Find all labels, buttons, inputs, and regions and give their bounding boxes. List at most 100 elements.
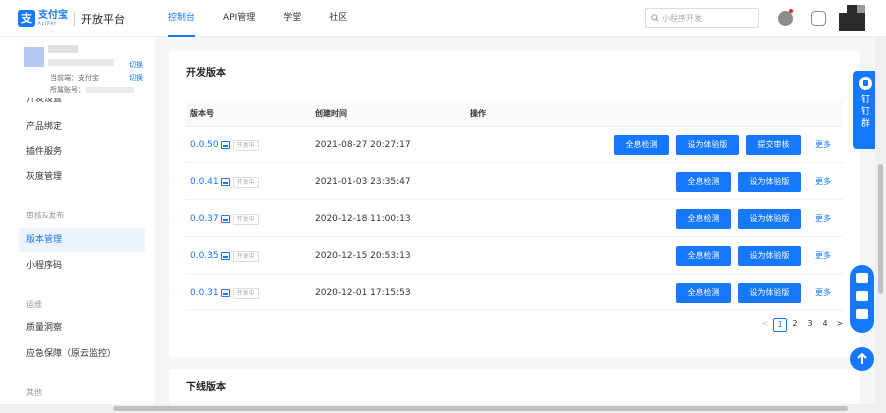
page-4[interactable]: 4 xyxy=(818,318,832,332)
table-row: 0.0.50 开发中 2021-08-27 20:27:17 全息检测 设为体验… xyxy=(185,127,843,163)
full-scan-button[interactable]: 全息检测 xyxy=(676,283,731,303)
search-icon xyxy=(651,14,659,22)
chat-icon[interactable] xyxy=(856,291,868,301)
sidebar-item-gray-release[interactable]: 灰度管理 xyxy=(19,165,145,189)
more-link[interactable]: 更多 xyxy=(815,127,831,163)
horizontal-scrollbar[interactable] xyxy=(0,404,875,413)
full-scan-button[interactable]: 全息检测 xyxy=(614,135,669,155)
nav-community[interactable]: 社区 xyxy=(329,0,347,37)
created-time: 2021-01-03 23:35:47 xyxy=(315,177,411,187)
switch-terminal-link[interactable]: 切换 xyxy=(129,73,143,83)
table-header: 版本号 创建时间 操作 xyxy=(185,101,843,127)
version-link[interactable]: 0.0.37 xyxy=(190,201,219,237)
help-toolbar xyxy=(850,265,874,333)
sidebar-item-qrcode[interactable]: 小程序码 xyxy=(19,254,145,278)
account-redacted xyxy=(86,87,134,93)
col-actions: 操作 xyxy=(470,109,486,118)
sidebar-item-dev-settings[interactable]: 开发设置 xyxy=(26,98,62,103)
horizontal-scroll-thumb[interactable] xyxy=(113,406,848,411)
more-link[interactable]: 更多 xyxy=(815,275,831,311)
dev-versions-title: 开发版本 xyxy=(186,68,226,79)
table-row: 0.0.35 开发中 2020-12-15 20:53:13 全息检测 设为体验… xyxy=(185,238,843,274)
image-icon[interactable] xyxy=(220,289,230,297)
nav-academy[interactable]: 学堂 xyxy=(283,0,301,37)
dev-versions-card: 开发版本 版本号 创建时间 操作 0.0.50 开发中 2021-08-27 2… xyxy=(169,51,860,357)
page-1[interactable]: 1 xyxy=(773,318,787,332)
vertical-scrollbar[interactable] xyxy=(875,37,886,413)
alipay-logo-icon: 支 xyxy=(18,10,35,27)
version-link[interactable]: 0.0.50 xyxy=(190,127,219,163)
set-trial-button[interactable]: 设为体验版 xyxy=(738,172,801,192)
image-icon[interactable] xyxy=(220,178,230,186)
table-row: 0.0.41 开发中 2021-01-03 23:35:47 全息检测 设为体验… xyxy=(185,164,843,200)
more-link[interactable]: 更多 xyxy=(815,238,831,274)
col-version: 版本号 xyxy=(190,109,214,118)
logo-divider xyxy=(74,11,75,26)
search-input[interactable] xyxy=(662,13,752,23)
pagination: < 1 2 3 4 > xyxy=(758,318,848,332)
search-box[interactable] xyxy=(645,8,759,28)
more-link[interactable]: 更多 xyxy=(815,164,831,200)
main-nav: 控制台 API管理 学堂 社区 xyxy=(168,0,375,37)
help-icon[interactable] xyxy=(856,273,868,283)
status-badge: 开发中 xyxy=(232,287,259,299)
current-terminal: 当前端：支付宝 xyxy=(50,74,99,82)
created-time: 2020-12-15 20:53:13 xyxy=(315,251,411,261)
full-scan-button[interactable]: 全息检测 xyxy=(676,246,731,266)
switch-app-link[interactable]: 切换 xyxy=(129,60,143,70)
notification-badge xyxy=(789,9,793,13)
brand-name-cn: 支付宝 xyxy=(38,10,68,21)
submit-review-button[interactable]: 提交审核 xyxy=(746,135,801,155)
set-trial-button[interactable]: 设为体验版 xyxy=(676,135,739,155)
prev-page-button[interactable]: < xyxy=(758,318,772,332)
sidebar-item-version-management[interactable]: 版本管理 xyxy=(19,228,145,252)
created-time: 2021-08-27 20:27:17 xyxy=(315,140,411,150)
full-scan-button[interactable]: 全息检测 xyxy=(676,172,731,192)
top-nav: 支 支付宝 ALIPAY 开放平台 控制台 API管理 学堂 社区 xyxy=(0,0,886,37)
next-page-button[interactable]: > xyxy=(833,318,847,332)
image-icon[interactable] xyxy=(220,252,230,260)
arrow-up-icon xyxy=(857,352,867,364)
app-icon xyxy=(24,47,44,67)
more-link[interactable]: 更多 xyxy=(815,201,831,237)
created-time: 2020-12-01 17:15:53 xyxy=(315,288,411,298)
vertical-scroll-thumb[interactable] xyxy=(878,164,883,294)
back-to-top-button[interactable] xyxy=(850,347,874,371)
col-created: 创建时间 xyxy=(315,109,347,118)
mail-icon[interactable] xyxy=(856,309,868,319)
bell-icon[interactable] xyxy=(778,11,793,26)
version-link[interactable]: 0.0.35 xyxy=(190,238,219,274)
nav-console[interactable]: 控制台 xyxy=(168,0,196,37)
nav-api[interactable]: API管理 xyxy=(223,0,255,37)
sidebar-group-review: 审核&发布 xyxy=(26,211,65,220)
status-badge: 开发中 xyxy=(232,139,259,151)
table-row: 0.0.31 开发中 2020-12-01 17:15:53 全息检测 设为体验… xyxy=(185,275,843,311)
alipay-logo[interactable]: 支 支付宝 ALIPAY 开放平台 xyxy=(18,10,125,27)
sidebar-item-plugin-service[interactable]: 插件服务 xyxy=(19,140,145,164)
sidebar-item-quality-insight[interactable]: 质量洞察 xyxy=(19,316,145,340)
sidebar-group-other: 其他 xyxy=(26,388,42,397)
sidebar: 切换 当前端：支付宝 切换 所属账号： 开发设置 产品绑定 插件服务 灰度管理 … xyxy=(0,37,155,413)
status-badge: 开发中 xyxy=(232,250,259,262)
sidebar-item-product-binding[interactable]: 产品绑定 xyxy=(19,115,145,139)
dingtalk-icon xyxy=(859,77,872,90)
avatar[interactable] xyxy=(839,5,865,31)
offline-versions-title: 下线版本 xyxy=(186,382,226,393)
full-scan-button[interactable]: 全息检测 xyxy=(676,209,731,229)
set-trial-button[interactable]: 设为体验版 xyxy=(738,246,801,266)
sidebar-item-emergency[interactable]: 应急保障（原云监控） xyxy=(19,342,145,366)
document-icon[interactable] xyxy=(811,11,826,26)
version-link[interactable]: 0.0.41 xyxy=(190,164,219,200)
table-row: 0.0.37 开发中 2020-12-18 11:00:13 全息检测 设为体验… xyxy=(185,201,843,237)
sidebar-group-ops: 运维 xyxy=(26,300,42,309)
image-icon[interactable] xyxy=(220,215,230,223)
set-trial-button[interactable]: 设为体验版 xyxy=(738,283,801,303)
app-id-redacted xyxy=(48,59,114,66)
belongs-account-label: 所属账号： xyxy=(50,86,85,94)
version-link[interactable]: 0.0.31 xyxy=(190,275,219,311)
page-3[interactable]: 3 xyxy=(803,318,817,332)
set-trial-button[interactable]: 设为体验版 xyxy=(738,209,801,229)
status-badge: 开发中 xyxy=(232,176,259,188)
page-2[interactable]: 2 xyxy=(788,318,802,332)
image-icon[interactable] xyxy=(220,141,230,149)
